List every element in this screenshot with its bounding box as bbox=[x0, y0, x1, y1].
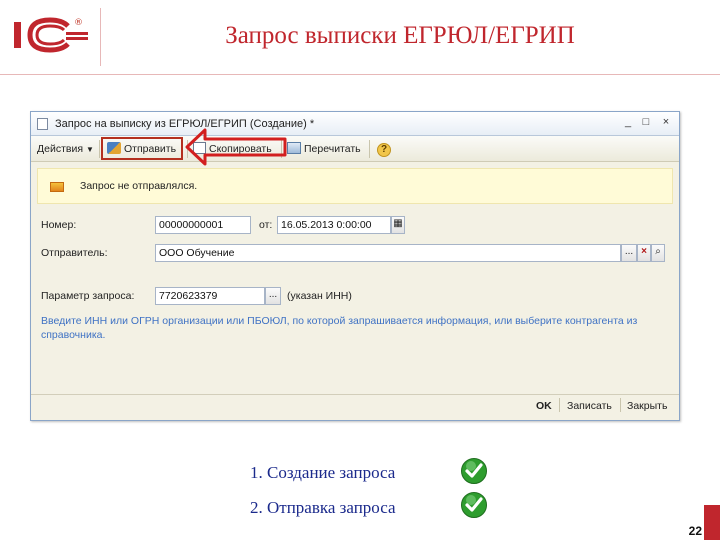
actions-menu[interactable]: Действия ▼ bbox=[37, 141, 94, 157]
footer-divider bbox=[31, 394, 679, 395]
number-field[interactable]: 00000000001 bbox=[155, 216, 251, 234]
param-select-button[interactable]: ... bbox=[265, 287, 281, 305]
corner-accent bbox=[704, 505, 720, 540]
ok-button[interactable]: OK bbox=[536, 400, 552, 412]
reread-label: Перечитать bbox=[304, 143, 361, 155]
param-field[interactable]: 7720623379 bbox=[155, 287, 265, 305]
request-form-window: Запрос на выписку из ЕГРЮЛ/ЕГРИП (Создан… bbox=[30, 111, 680, 421]
send-label: Отправить bbox=[124, 143, 177, 155]
red-arrow-icon bbox=[185, 128, 287, 166]
calendar-button[interactable]: ▦ bbox=[391, 216, 405, 234]
param-label: Параметр запроса: bbox=[41, 290, 135, 302]
magnifier-icon: ⌕ bbox=[655, 246, 661, 257]
step-create-request: 1. Создание запроса bbox=[250, 463, 396, 482]
number-label: Номер: bbox=[41, 219, 77, 231]
header-rule bbox=[0, 74, 720, 75]
slide-title: Запрос выписки ЕГРЮЛ/ЕГРИП bbox=[225, 22, 575, 49]
page-number: 22 bbox=[688, 524, 702, 538]
sender-select-button[interactable]: ... bbox=[621, 244, 637, 262]
step-send-request: 2. Отправка запроса bbox=[250, 498, 396, 517]
sender-label: Отправитель: bbox=[41, 247, 108, 259]
registered-mark: ® bbox=[74, 18, 83, 28]
sender-field[interactable]: ООО Обучение bbox=[155, 244, 621, 262]
window-titlebar[interactable]: Запрос на выписку из ЕГРЮЛ/ЕГРИП (Создан… bbox=[31, 112, 679, 136]
toolbar-separator bbox=[369, 140, 370, 158]
1c-logo: ® bbox=[10, 12, 90, 56]
warning-icon bbox=[50, 182, 64, 192]
send-button[interactable]: Отправить bbox=[107, 141, 176, 157]
status-text: Запрос не отправлялся. bbox=[80, 180, 198, 192]
chevron-down-icon: ▼ bbox=[85, 145, 94, 154]
help-icon: ? bbox=[377, 143, 391, 157]
document-icon bbox=[37, 118, 48, 130]
toolbar: Действия ▼ Отправить Скопировать Перечит… bbox=[31, 136, 679, 162]
check-icon bbox=[461, 492, 487, 518]
footer-separator bbox=[559, 398, 560, 412]
actions-label: Действия bbox=[37, 143, 84, 155]
close-button[interactable]: Закрыть bbox=[627, 400, 667, 412]
date-field[interactable]: 16.05.2013 0:00:00 bbox=[277, 216, 391, 234]
sender-clear-button[interactable]: × bbox=[637, 244, 651, 262]
toolbar-separator bbox=[99, 140, 100, 158]
save-button[interactable]: Записать bbox=[567, 400, 612, 412]
reread-button[interactable]: Перечитать bbox=[287, 141, 361, 157]
minimize-button[interactable]: _ bbox=[621, 116, 635, 128]
date-label: от: bbox=[259, 219, 273, 231]
footer-separator bbox=[620, 398, 621, 412]
param-note: (указан ИНН) bbox=[287, 290, 352, 302]
sender-open-button[interactable]: ⌕ bbox=[651, 244, 665, 262]
calendar-icon: ▦ bbox=[393, 218, 403, 229]
close-window-button[interactable]: × bbox=[659, 116, 673, 128]
header-divider bbox=[100, 8, 101, 66]
status-notice: Запрос не отправлялся. bbox=[37, 168, 673, 204]
hint-text: Введите ИНН или ОГРН организации или ПБО… bbox=[41, 315, 638, 341]
check-icon bbox=[461, 458, 487, 484]
send-icon bbox=[107, 142, 121, 154]
maximize-button[interactable]: □ bbox=[639, 116, 653, 128]
help-button[interactable]: ? bbox=[377, 141, 391, 157]
reread-icon bbox=[287, 142, 301, 154]
